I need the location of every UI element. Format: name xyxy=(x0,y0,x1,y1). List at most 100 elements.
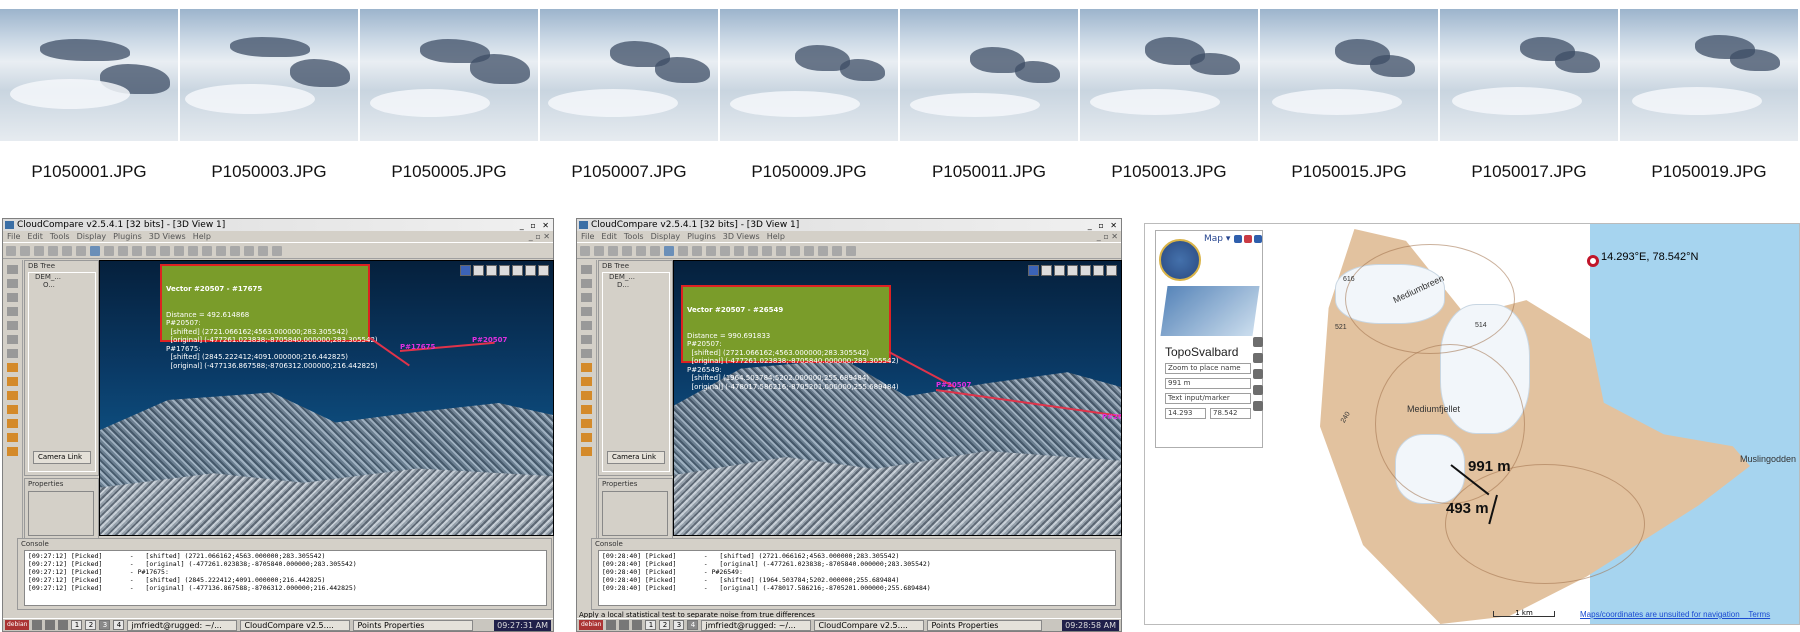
menu-display[interactable]: Display xyxy=(651,231,681,242)
octree-icon[interactable] xyxy=(160,245,170,256)
camera-icon[interactable] xyxy=(512,265,523,276)
translate-icon[interactable] xyxy=(244,245,254,256)
tree-item-dem[interactable]: DEM_... xyxy=(603,273,669,281)
compass-icon[interactable] xyxy=(272,245,282,256)
measure-icon[interactable] xyxy=(832,245,842,256)
delete-icon[interactable] xyxy=(650,245,660,256)
fullscreen-icon[interactable] xyxy=(1093,265,1104,276)
distance-icon[interactable] xyxy=(174,245,184,256)
scalar-field-icon[interactable] xyxy=(762,245,772,256)
mdi-controls[interactable]: _ ▫ ✕ xyxy=(1097,231,1118,242)
place-search-input[interactable]: Zoom to place name xyxy=(1165,363,1251,374)
thumbnail[interactable]: P1050003.JPG xyxy=(180,9,358,181)
files-icon[interactable] xyxy=(58,620,69,630)
cursor-icon[interactable] xyxy=(7,321,18,330)
open-icon[interactable] xyxy=(20,245,30,256)
workspace-3[interactable]: 3 xyxy=(99,620,111,630)
menu-3dviews[interactable]: 3D Views xyxy=(149,231,186,242)
register-icon[interactable] xyxy=(90,245,100,256)
statistics-icon[interactable] xyxy=(216,245,226,256)
zoom-icon[interactable] xyxy=(7,279,18,288)
view-front-icon[interactable] xyxy=(7,363,18,372)
view-front-icon[interactable] xyxy=(581,363,592,372)
task-cloudcompare[interactable]: CloudCompare v2.5.... xyxy=(814,619,925,631)
task-terminal[interactable]: jmfriedt@rugged: ~/... xyxy=(701,619,812,631)
view-iso-icon[interactable] xyxy=(581,447,592,456)
workspace-4[interactable]: 4 xyxy=(687,620,699,630)
mesh-icon[interactable] xyxy=(132,245,142,256)
thumbnail[interactable]: P1050017.JPG xyxy=(1440,9,1618,181)
compass-icon[interactable] xyxy=(846,245,856,256)
mdi-controls[interactable]: _ ▫ ✕ xyxy=(529,231,550,242)
latitude-input[interactable]: 78.542 xyxy=(1210,408,1251,419)
search-icon[interactable] xyxy=(581,349,592,358)
pencil-icon[interactable] xyxy=(580,245,590,256)
help-icon[interactable] xyxy=(1254,235,1262,243)
light-icon[interactable] xyxy=(581,335,592,344)
workspace-1[interactable]: 1 xyxy=(645,620,657,630)
files-icon[interactable] xyxy=(632,620,643,630)
layers-icon[interactable] xyxy=(1244,235,1252,243)
pick-icon[interactable] xyxy=(1041,265,1052,276)
window-titlebar[interactable]: CloudCompare v2.5.4.1 [32 bits] - [3D Vi… xyxy=(577,219,1121,231)
menu-edit[interactable]: Edit xyxy=(27,231,43,242)
menu-plugins[interactable]: Plugins xyxy=(113,231,142,242)
thumbnail[interactable]: P1050011.JPG xyxy=(900,9,1078,181)
share-icon[interactable] xyxy=(1234,235,1242,243)
segment-icon[interactable] xyxy=(486,265,497,276)
thumbnail[interactable]: P1050019.JPG xyxy=(1620,9,1798,181)
histogram-icon[interactable] xyxy=(202,245,212,256)
browser-icon[interactable] xyxy=(619,620,630,630)
terminal-icon[interactable] xyxy=(32,620,43,630)
menu-tools[interactable]: Tools xyxy=(50,231,70,242)
vector-label[interactable]: Vector #20507 - #26549 Distance = 990.69… xyxy=(681,285,899,391)
task-cloudcompare[interactable]: CloudCompare v2.5.... xyxy=(240,619,351,631)
menu-plugins[interactable]: Plugins xyxy=(687,231,716,242)
workspace-2[interactable]: 2 xyxy=(85,620,97,630)
thumbnail[interactable]: P1050013.JPG xyxy=(1080,9,1258,181)
flag-icon[interactable] xyxy=(460,265,471,276)
view-right-icon[interactable] xyxy=(7,419,18,428)
filter-icon[interactable] xyxy=(692,245,702,256)
text-icon[interactable] xyxy=(1253,369,1263,379)
normal-icon[interactable] xyxy=(720,245,730,256)
start-button[interactable]: debian xyxy=(579,620,604,630)
menu-tools[interactable]: Tools xyxy=(624,231,644,242)
register-icon[interactable] xyxy=(664,245,674,256)
histogram-icon[interactable] xyxy=(776,245,786,256)
scale-icon[interactable] xyxy=(7,293,18,302)
3d-view[interactable]: Vector #20507 - #17675 Distance = 492.61… xyxy=(99,260,554,536)
workspace-1[interactable]: 1 xyxy=(71,620,83,630)
map-menu-button[interactable]: Map ▾ xyxy=(1204,234,1230,244)
scalar-field-icon[interactable] xyxy=(188,245,198,256)
pencil-icon[interactable] xyxy=(7,265,18,274)
browser-icon[interactable] xyxy=(45,620,56,630)
camera-link-checkbox[interactable]: Camera Link xyxy=(33,451,91,464)
box-icon[interactable] xyxy=(499,265,510,276)
thumbnail[interactable]: P1050009.JPG xyxy=(720,9,898,181)
menu-file[interactable]: File xyxy=(581,231,594,242)
task-points-properties[interactable]: Points Properties xyxy=(927,619,1043,631)
segment-icon[interactable] xyxy=(804,245,814,256)
fullscreen-icon[interactable] xyxy=(525,265,536,276)
vector-label[interactable]: Vector #20507 - #17675 Distance = 492.61… xyxy=(160,264,378,370)
view-bottom-icon[interactable] xyxy=(581,433,592,442)
measure-icon[interactable] xyxy=(258,245,268,256)
save-icon[interactable] xyxy=(34,245,44,256)
menu-help[interactable]: Help xyxy=(193,231,211,242)
mesh-icon[interactable] xyxy=(706,245,716,256)
segment-icon[interactable] xyxy=(1054,265,1065,276)
view-back-icon[interactable] xyxy=(7,405,18,414)
statistics-icon[interactable] xyxy=(790,245,800,256)
camera-icon[interactable] xyxy=(1080,265,1091,276)
window-titlebar[interactable]: CloudCompare v2.5.4.1 [32 bits] - [3D Vi… xyxy=(3,219,553,231)
save-icon[interactable] xyxy=(608,245,618,256)
view-top-icon[interactable] xyxy=(581,377,592,386)
menu-file[interactable]: File xyxy=(7,231,20,242)
task-points-properties[interactable]: Points Properties xyxy=(353,619,474,631)
close-icon[interactable] xyxy=(538,265,549,276)
delete-icon[interactable] xyxy=(76,245,86,256)
terms-link[interactable]: Terms xyxy=(1748,610,1770,619)
box-icon[interactable] xyxy=(1067,265,1078,276)
thumbnail[interactable]: P1050007.JPG xyxy=(540,9,718,181)
